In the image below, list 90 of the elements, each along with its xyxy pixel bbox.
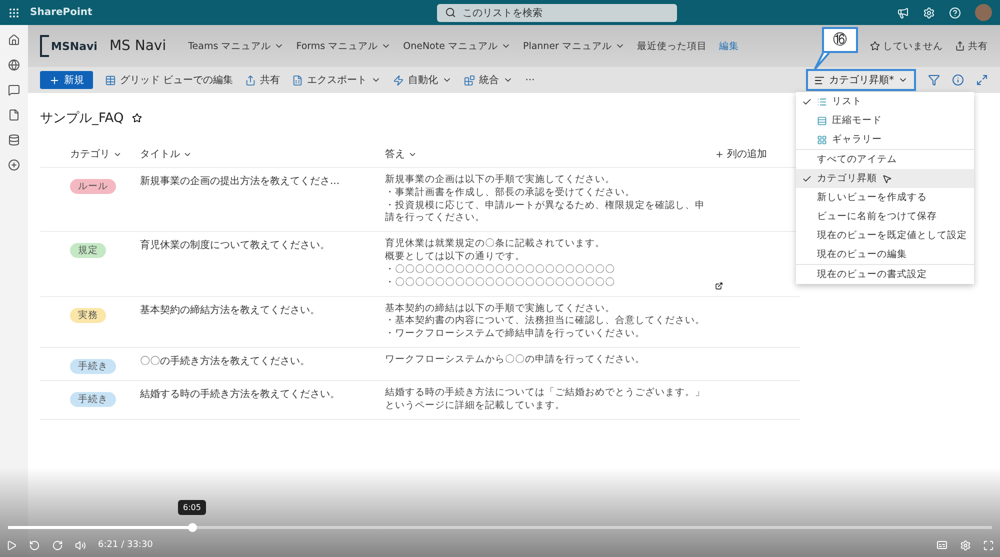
command-button[interactable]: 共有 (245, 73, 280, 87)
search-icon (445, 7, 456, 18)
hover-time-tooltip: 6:05 (178, 500, 206, 515)
check-icon (802, 174, 812, 184)
follow-status[interactable]: していません (870, 40, 943, 52)
nav-item[interactable]: Forms マニュアル (296, 40, 392, 52)
info-button[interactable] (952, 74, 964, 86)
more-button[interactable]: ··· (525, 74, 535, 86)
lines-icon (814, 74, 825, 86)
chat-icon[interactable] (8, 84, 20, 96)
captions-icon[interactable] (936, 539, 948, 551)
menu-item[interactable]: 新しいビューを作成する (796, 188, 974, 207)
answer-cell-text: 基本契約の締結は以下の手順で実施してください。 ・基本契約書の内容について、法務担当に確認し、合意してください。 ・ワークフローシステムで締結申請を行っていください。 (385, 302, 706, 341)
answer-cell-text: 新規事業の企画は以下の手順で実施してください。 ・事業計画書を作成し、部長の承認を受けてください。 ・投資規模に応じて、申請ルートが異なるため、権限規定を確認し、申請を行ってください。 (385, 174, 706, 226)
answer-cell-text: 結婚する時の手続き方法については「ご結婚おめでとうございます。」というページに詳細を記載しています。 (385, 386, 706, 413)
globe-icon[interactable] (8, 59, 20, 71)
menu-item[interactable]: ビューに名前をつけて保存 (796, 207, 974, 226)
blocks-icon (464, 74, 476, 86)
site-logo[interactable]: MSNavi (40, 35, 98, 57)
expand-text-icon[interactable] (715, 282, 723, 290)
menu-item[interactable]: 現在のビューの書式設定 (796, 265, 974, 284)
home-icon[interactable] (8, 34, 20, 46)
site-name[interactable]: MS Navi (109, 38, 166, 54)
category-tag: ルール (70, 179, 116, 194)
share-icon (955, 41, 965, 51)
answer-cell-text: 育児休業は就業規定の〇条に記載されています。 概要としては以下の通りです。 ・〇〇〇〇〇〇〇〇〇〇〇〇〇〇〇〇〇〇〇〇〇〇 ・〇〇〇〇〇〇〇〇〇〇〇〇〇〇〇〇〇〇〇〇〇〇 (385, 238, 616, 290)
column-header[interactable]: 答え (385, 147, 715, 161)
share-icon (245, 74, 256, 86)
page-icon[interactable] (8, 109, 20, 121)
command-button[interactable]: 統合 (464, 73, 514, 87)
command-button[interactable]: グリッド ビューでの編集 (105, 73, 234, 87)
add-icon[interactable] (8, 159, 20, 171)
title-cell[interactable]: 基本契約の締結方法を教えてください。 (140, 302, 385, 316)
spreadsheet-icon (292, 74, 304, 86)
star-icon (870, 41, 880, 51)
category-tag: 手続き (70, 358, 116, 374)
menu-item[interactable]: カテゴリ昇順 (796, 169, 974, 188)
grid-icon (105, 74, 116, 86)
megaphone-icon[interactable] (897, 6, 909, 18)
brand-name[interactable]: SharePoint (30, 7, 92, 18)
lightning-icon (393, 74, 404, 86)
rewind-icon[interactable] (29, 540, 40, 550)
title-cell[interactable]: 育児休業の制度について教えてください。 (140, 238, 385, 252)
plus-icon (49, 74, 60, 86)
gallery-icon (817, 134, 827, 144)
list-title: サンプル_FAQ (40, 110, 124, 127)
list-icon (817, 96, 827, 106)
answer-cell-text: ワークフローシステムから〇〇の申請を行ってください。 (385, 354, 646, 367)
pointer-cursor-icon (882, 174, 892, 184)
search-field[interactable]: このリストを検索 (437, 4, 678, 22)
new-button[interactable]: 新規 (40, 71, 93, 89)
app-launcher-icon[interactable] (8, 6, 20, 18)
filter-button[interactable] (928, 74, 940, 86)
title-cell[interactable]: 〇〇の手続き方法を教えてください。 (140, 354, 385, 368)
star-icon[interactable] (132, 113, 142, 123)
rows-icon (817, 116, 827, 126)
help-icon[interactable] (949, 6, 961, 18)
menu-item[interactable]: 現在のビューを既定値として設定 (796, 226, 974, 245)
menu-item[interactable]: ギャラリー (796, 130, 974, 149)
column-header[interactable]: タイトル (140, 147, 385, 161)
nav-item[interactable]: Teams マニュアル (188, 40, 284, 52)
menu-item[interactable]: リスト (796, 92, 974, 111)
command-button[interactable]: エクスポート (292, 73, 382, 87)
nav-item[interactable]: 最近使った項目 (636, 40, 707, 52)
fullscreen-icon[interactable] (983, 540, 994, 550)
play-icon[interactable] (6, 540, 17, 550)
menu-item[interactable]: 現在のビューの編集 (796, 245, 974, 264)
plus-icon (715, 150, 724, 158)
expand-button[interactable] (976, 74, 988, 86)
progress-thumb[interactable] (188, 523, 197, 532)
nav-item[interactable]: Planner マニュアル (522, 40, 625, 52)
settings-icon[interactable] (923, 6, 935, 18)
playback-time: 6:21 / 33:30 (98, 540, 153, 550)
view-switcher-button[interactable]: カテゴリ昇順* (806, 69, 916, 91)
command-button[interactable]: 自動化 (393, 73, 452, 87)
callout-pointer (814, 52, 830, 70)
forward-icon[interactable] (52, 540, 63, 550)
category-tag: 規定 (70, 243, 106, 258)
category-tag: 実務 (70, 308, 106, 322)
check-icon (802, 96, 812, 106)
category-tag: 手続き (70, 392, 116, 407)
menu-item[interactable]: 圧縮モード (796, 111, 974, 130)
annotation-callout: ⑯ (822, 27, 858, 53)
share-link[interactable]: 共有 (955, 40, 988, 52)
database-icon[interactable] (8, 134, 20, 146)
column-header[interactable]: カテゴリ (40, 147, 140, 161)
nav-item[interactable]: OneNote マニュアル (403, 40, 511, 52)
volume-icon[interactable] (75, 540, 86, 550)
title-cell[interactable]: 結婚する時の手続き方法を教えてください。 (140, 386, 385, 401)
title-cell[interactable]: 新規事業の企画の提出方法を教えてくださ... (140, 174, 385, 188)
